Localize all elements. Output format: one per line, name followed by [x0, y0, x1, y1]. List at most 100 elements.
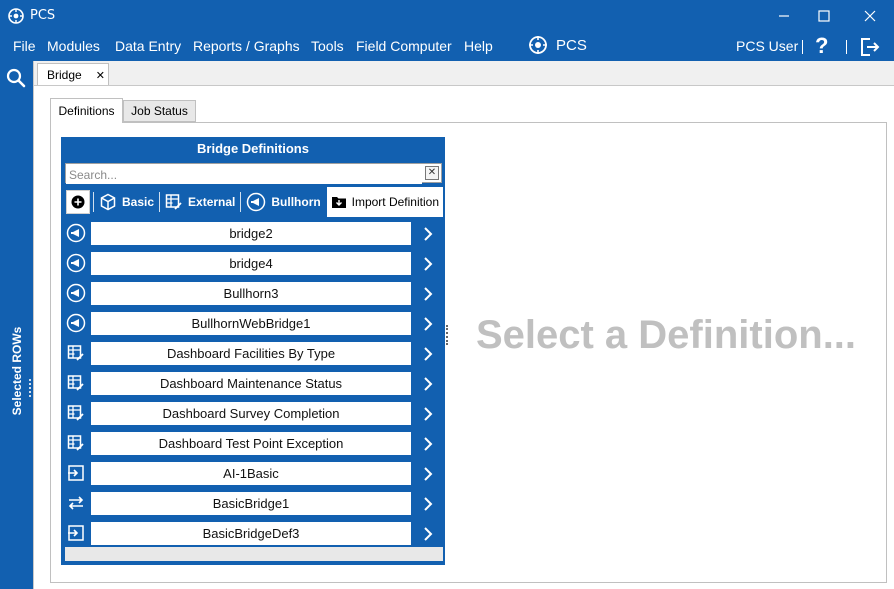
close-tab-icon[interactable]: ✕ — [96, 69, 105, 82]
definition-row[interactable]: Dashboard Facilities By Type — [65, 339, 443, 369]
add-definition-button[interactable] — [63, 187, 93, 217]
bullhorn-icon — [247, 192, 266, 212]
bridge-document-panel: Definitions Job Status Bridge Definition… — [34, 85, 894, 589]
external-table-icon — [165, 194, 182, 210]
close-icon — [864, 10, 876, 22]
chevron-right-icon[interactable] — [417, 252, 439, 275]
chevron-right-icon[interactable] — [417, 492, 439, 515]
cube-icon — [100, 193, 116, 211]
import-icon — [65, 462, 87, 484]
external-icon — [65, 432, 87, 454]
maximize-icon — [818, 10, 830, 22]
menu-data-entry[interactable]: Data Entry — [115, 38, 181, 54]
definition-row[interactable]: bridge2 — [65, 219, 443, 249]
basic-button[interactable]: Basic — [94, 187, 159, 217]
pcs-brand-label: PCS — [556, 36, 587, 54]
definition-row[interactable]: Bullhorn3 — [65, 279, 443, 309]
bullhorn-icon — [65, 252, 87, 274]
close-window-button[interactable] — [848, 0, 892, 32]
import-definition-button[interactable]: Import Definition — [326, 187, 443, 217]
toolbar-separator — [93, 192, 94, 212]
bullhorn-button-label: Bullhorn — [271, 195, 321, 209]
pcs-logo-icon — [529, 36, 547, 54]
minimize-icon — [779, 15, 789, 17]
menu-tools[interactable]: Tools — [311, 38, 344, 54]
definition-name[interactable]: Dashboard Survey Completion — [91, 402, 411, 425]
transfer-icon — [65, 492, 87, 514]
definition-name[interactable]: Bullhorn3 — [91, 282, 411, 305]
import-definition-label: Import Definition — [351, 195, 439, 209]
bullhorn-icon — [65, 282, 87, 304]
definition-row[interactable]: bridge4 — [65, 249, 443, 279]
chevron-right-icon[interactable] — [417, 402, 439, 425]
definition-search-input[interactable] — [66, 166, 422, 184]
help-button[interactable]: ? — [815, 33, 828, 59]
toolbar-separator — [159, 192, 161, 212]
definition-row[interactable]: Dashboard Test Point Exception — [65, 429, 443, 459]
definition-row[interactable]: AI-1Basic — [65, 459, 443, 489]
definition-toolbar: Basic External Bullhorn Import Definitio… — [63, 187, 443, 217]
menu-modules[interactable]: Modules — [47, 38, 100, 54]
tab-bridge-label: Bridge — [47, 68, 82, 82]
user-name[interactable]: PCS User — [736, 38, 798, 54]
chevron-right-icon[interactable] — [417, 372, 439, 395]
definition-row[interactable]: BullhornWebBridge1 — [65, 309, 443, 339]
definition-name[interactable]: Dashboard Facilities By Type — [91, 342, 411, 365]
external-icon — [65, 372, 87, 394]
definition-name[interactable]: BasicBridgeDef3 — [91, 522, 411, 545]
menu-reports-graphs[interactable]: Reports / Graphs — [193, 38, 300, 54]
bullhorn-icon — [65, 312, 87, 334]
import-icon — [65, 522, 87, 544]
external-icon — [65, 342, 87, 364]
chevron-right-icon[interactable] — [417, 432, 439, 455]
definition-name[interactable]: BullhornWebBridge1 — [91, 312, 411, 335]
definition-row[interactable]: BasicBridge1 — [65, 489, 443, 519]
chevron-right-icon[interactable] — [417, 312, 439, 335]
search-icon[interactable] — [6, 68, 26, 88]
selected-rows-toggle[interactable]: Selected ROWs — [3, 321, 31, 421]
app-logo-icon — [8, 8, 24, 24]
menu-help[interactable]: Help — [464, 38, 493, 54]
logout-icon[interactable] — [858, 36, 880, 58]
external-icon — [65, 402, 87, 424]
definition-name[interactable]: Dashboard Maintenance Status — [91, 372, 411, 395]
definition-row[interactable]: Dashboard Survey Completion — [65, 399, 443, 429]
window-title: PCS — [30, 8, 56, 23]
chevron-right-icon[interactable] — [417, 522, 439, 545]
definitions-panel: Bridge Definitions ✕ — [50, 122, 887, 583]
chevron-right-icon[interactable] — [417, 462, 439, 485]
maximize-button[interactable] — [802, 0, 846, 32]
bridge-definitions-header: Bridge Definitions — [197, 141, 309, 156]
pcs-brand: PCS — [528, 35, 587, 55]
chevron-right-icon[interactable] — [417, 342, 439, 365]
basic-button-label: Basic — [122, 195, 155, 209]
minimize-button[interactable] — [762, 0, 806, 32]
definition-name[interactable]: AI-1Basic — [91, 462, 411, 485]
title-bar: PCS — [0, 0, 894, 32]
menu-separator — [802, 40, 803, 54]
definition-row[interactable]: Dashboard Maintenance Status — [65, 369, 443, 399]
bullhorn-icon — [65, 222, 87, 244]
plus-circle-icon — [71, 195, 85, 209]
chevron-right-icon[interactable] — [417, 222, 439, 245]
menu-file[interactable]: File — [13, 38, 36, 54]
definition-name[interactable]: bridge2 — [91, 222, 411, 245]
definition-search-box: ✕ — [65, 163, 442, 184]
splitter-grip[interactable] — [446, 325, 450, 345]
bridge-definitions-list-panel: Bridge Definitions ✕ — [61, 137, 445, 565]
tab-bridge[interactable]: Bridge ✕ — [37, 63, 109, 86]
definition-name[interactable]: BasicBridge1 — [91, 492, 411, 515]
menu-separator — [846, 40, 847, 54]
clear-search-button[interactable]: ✕ — [425, 166, 439, 180]
menu-field-computer[interactable]: Field Computer — [356, 38, 452, 54]
chevron-right-icon[interactable] — [417, 282, 439, 305]
tab-definitions[interactable]: Definitions — [50, 98, 123, 123]
left-rail: Selected ROWs — [0, 61, 33, 589]
definition-row[interactable]: BasicBridgeDef3 — [65, 519, 443, 549]
definition-name[interactable]: bridge4 — [91, 252, 411, 275]
bullhorn-button[interactable]: Bullhorn — [241, 187, 325, 217]
content-area: Bridge ✕ Definitions Job Status Bridge D… — [33, 61, 894, 589]
external-button[interactable]: External — [160, 187, 240, 217]
definition-name[interactable]: Dashboard Test Point Exception — [91, 432, 411, 455]
tab-job-status[interactable]: Job Status — [123, 100, 196, 122]
